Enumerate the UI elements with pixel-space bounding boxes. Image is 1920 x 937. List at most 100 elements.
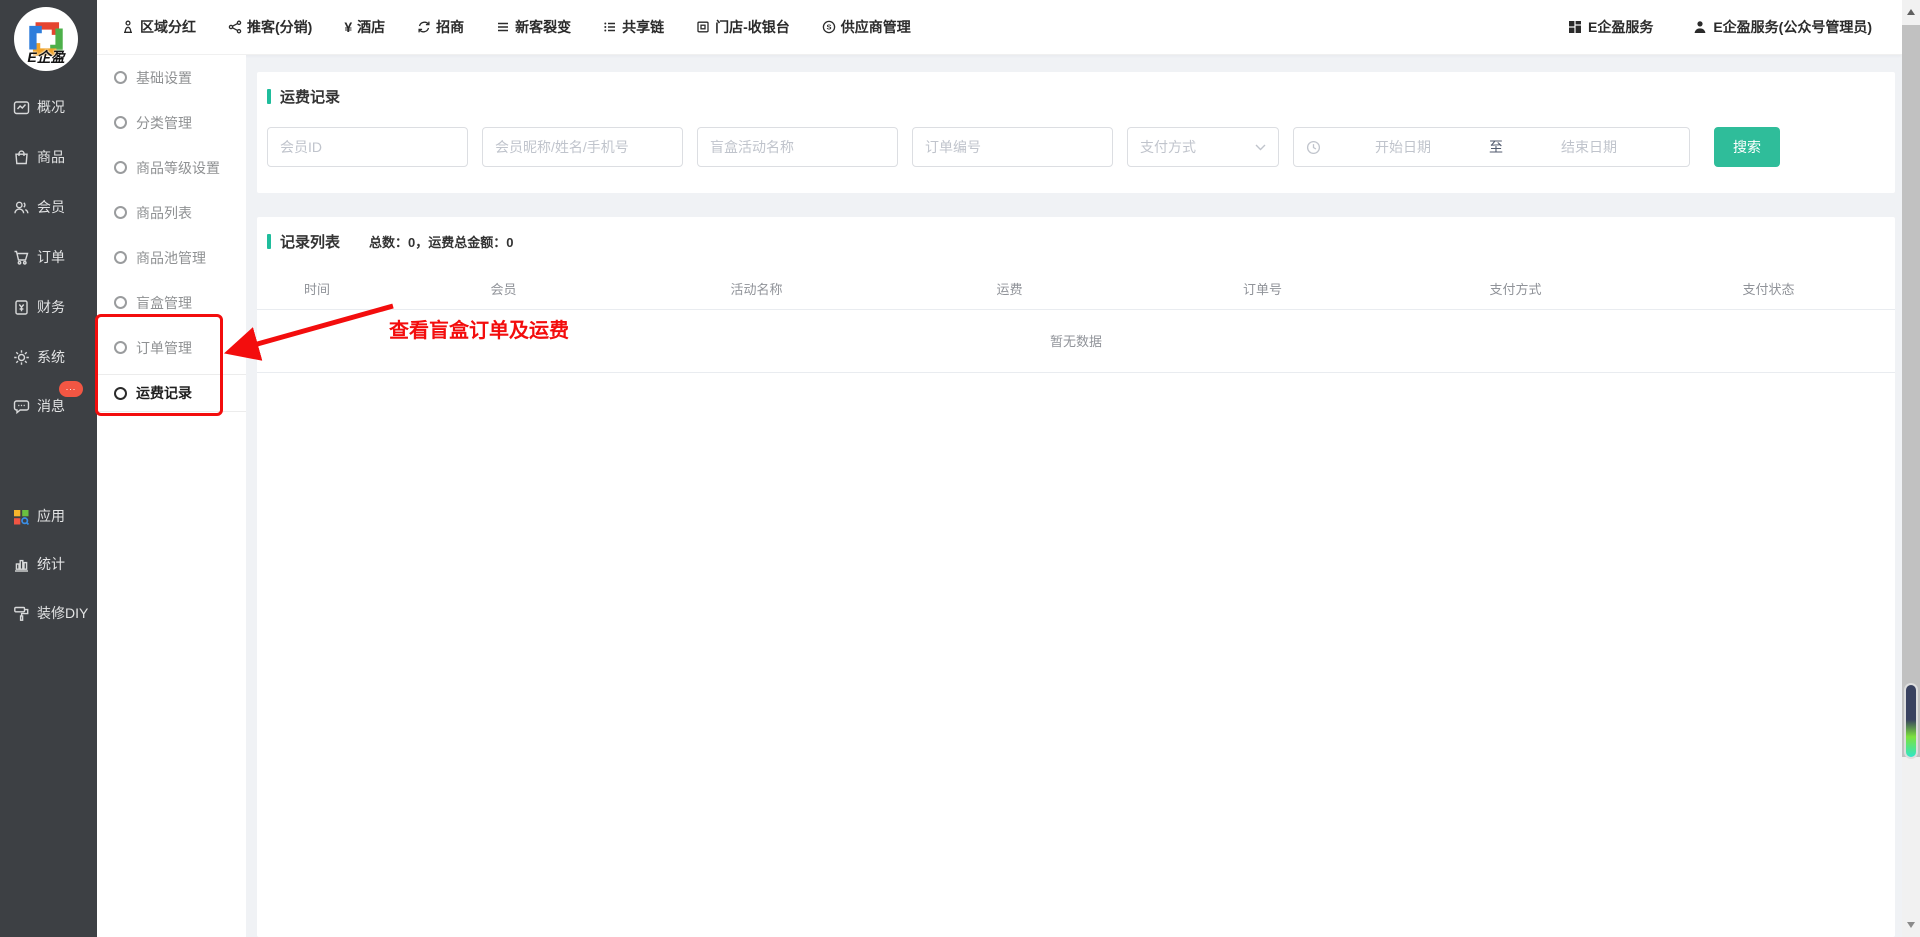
storefront-icon <box>696 20 710 34</box>
messages-badge: ... <box>59 381 83 397</box>
start-date-placeholder: 开始日期 <box>1321 137 1485 157</box>
brand-logo-text: E企盈 <box>14 47 78 67</box>
radio-ring-icon <box>114 341 127 354</box>
search-button[interactable]: 搜索 <box>1714 127 1780 167</box>
col-pay-status: 支付状态 <box>1642 269 1895 309</box>
rail-item-overview[interactable]: 概况 <box>0 91 97 123</box>
pay-method-placeholder: 支付方式 <box>1140 137 1196 157</box>
order-no-input[interactable] <box>912 127 1113 167</box>
sub-sidebar: 基础设置 分类管理 商品等级设置 商品列表 商品池管理 盲盒管理 订单管理 运费… <box>97 55 246 937</box>
rail-item-stats[interactable]: 统计 <box>0 548 97 580</box>
rail-item-label: 会员 <box>37 197 65 217</box>
top-nav-fission[interactable]: 新客裂变 <box>496 17 571 37</box>
rail-item-system[interactable]: 系统 <box>0 341 97 373</box>
system-gear-icon <box>13 349 30 366</box>
top-nav-label: 推客(分销) <box>247 17 312 37</box>
sub-item-order-management[interactable]: 订单管理 <box>97 325 246 370</box>
rail-item-label: 应用 <box>37 506 65 526</box>
top-nav-label: 门店-收银台 <box>715 17 790 37</box>
account-menu[interactable]: E企盈服务(公众号管理员) <box>1693 17 1872 37</box>
chevron-down-icon <box>1255 144 1266 151</box>
stats-bars-icon <box>13 556 30 573</box>
record-list-title: 记录列表 <box>280 231 340 252</box>
sub-item-basic-settings[interactable]: 基础设置 <box>97 55 246 100</box>
main-content: 运费记录 支付方式 开始日期 至 结束日期 搜索 <box>246 55 1902 937</box>
top-nav-store-cashier[interactable]: 门店-收银台 <box>696 17 790 37</box>
sub-item-label: 基础设置 <box>136 68 192 88</box>
sub-item-goods-list[interactable]: 商品列表 <box>97 190 246 235</box>
svg-text:S: S <box>826 23 831 32</box>
sub-item-label: 盲盒管理 <box>136 293 192 313</box>
goods-icon <box>13 149 30 166</box>
rail-item-goods[interactable]: 商品 <box>0 141 97 173</box>
finance-icon <box>13 299 30 316</box>
list-icon <box>603 20 617 34</box>
sub-item-freight-records[interactable]: 运费记录 <box>97 374 246 412</box>
sub-item-goods-pool[interactable]: 商品池管理 <box>97 235 246 280</box>
scrollbar-down-arrow-icon[interactable] <box>1907 922 1915 928</box>
clock-icon <box>1306 140 1321 155</box>
radio-ring-icon <box>114 116 127 129</box>
service-entry-label: E企盈服务 <box>1588 17 1653 37</box>
sub-item-blindbox-management[interactable]: 盲盒管理 <box>97 280 246 325</box>
scrollbar-up-arrow-icon[interactable] <box>1907 9 1915 15</box>
scrollbar-thumb[interactable] <box>1904 683 1918 759</box>
rail-item-label: 概况 <box>37 97 65 117</box>
date-range-picker[interactable]: 开始日期 至 结束日期 <box>1293 127 1690 167</box>
rail-item-label: 商品 <box>37 147 65 167</box>
rail-item-orders[interactable]: 订单 <box>0 241 97 273</box>
member-id-input[interactable] <box>267 127 468 167</box>
top-nav-zhaoshang[interactable]: 招商 <box>417 17 464 37</box>
scrollbar-track[interactable] <box>1902 25 1920 757</box>
supplier-icon: S <box>822 20 836 34</box>
top-nav-sharechain[interactable]: 共享链 <box>603 17 664 37</box>
col-time: 时间 <box>257 269 377 309</box>
top-nav-label: 新客裂变 <box>515 17 571 37</box>
rail-item-label: 消息 <box>37 396 65 416</box>
rail-item-finance[interactable]: 财务 <box>0 291 97 323</box>
rail-item-messages[interactable]: 消息 <box>0 390 97 422</box>
rail-item-apps[interactable]: 应用 <box>0 500 97 532</box>
sub-item-category-management[interactable]: 分类管理 <box>97 100 246 145</box>
rail-item-label: 系统 <box>37 347 65 367</box>
top-nav-label: 招商 <box>436 17 464 37</box>
top-nav-label: 共享链 <box>622 17 664 37</box>
paint-roller-icon <box>13 605 30 622</box>
sub-item-label: 商品池管理 <box>136 248 206 268</box>
pay-method-select[interactable]: 支付方式 <box>1127 127 1279 167</box>
top-nav-region-dividend[interactable]: 区域分红 <box>121 17 196 37</box>
col-order-no: 订单号 <box>1136 269 1389 309</box>
title-marker <box>267 89 271 104</box>
rail-item-label: 统计 <box>37 554 65 574</box>
member-name-input[interactable] <box>482 127 683 167</box>
top-nav-hotel[interactable]: ¥ 酒店 <box>344 17 385 37</box>
orders-cart-icon <box>13 249 30 266</box>
radio-ring-icon <box>114 161 127 174</box>
account-label: E企盈服务(公众号管理员) <box>1713 17 1872 37</box>
top-nav-label: 区域分红 <box>140 17 196 37</box>
rail-item-label: 订单 <box>37 247 65 267</box>
brand-logo[interactable]: E企盈 <box>14 7 78 71</box>
service-entry[interactable]: E企盈服务 <box>1568 17 1653 37</box>
rail-item-label: 财务 <box>37 297 65 317</box>
grid-icon <box>1568 20 1582 34</box>
page-title: 运费记录 <box>280 86 340 107</box>
top-nav-tuike[interactable]: 推客(分销) <box>228 17 312 37</box>
col-pay-method: 支付方式 <box>1389 269 1642 309</box>
title-marker <box>267 234 271 249</box>
end-date-placeholder: 结束日期 <box>1507 137 1671 157</box>
sub-item-goods-level[interactable]: 商品等级设置 <box>97 145 246 190</box>
col-freight: 运费 <box>883 269 1136 309</box>
col-activity: 活动名称 <box>630 269 883 309</box>
radio-ring-icon <box>114 71 127 84</box>
record-list-stats: 总数：0，运费总金额：0 <box>369 232 513 251</box>
freight-filter-card: 运费记录 支付方式 开始日期 至 结束日期 搜索 <box>257 72 1895 193</box>
top-nav: 区域分红 推客(分销) ¥ 酒店 招商 新客裂变 <box>121 17 911 37</box>
circular-arrows-icon <box>417 20 431 34</box>
radio-ring-icon <box>114 251 127 264</box>
rail-item-diy[interactable]: 装修DIY <box>0 597 97 629</box>
blindbox-activity-input[interactable] <box>697 127 898 167</box>
top-nav-supplier[interactable]: S 供应商管理 <box>822 17 911 37</box>
rail-item-members[interactable]: 会员 <box>0 191 97 223</box>
top-bar: 区域分红 推客(分销) ¥ 酒店 招商 新客裂变 <box>97 0 1902 55</box>
